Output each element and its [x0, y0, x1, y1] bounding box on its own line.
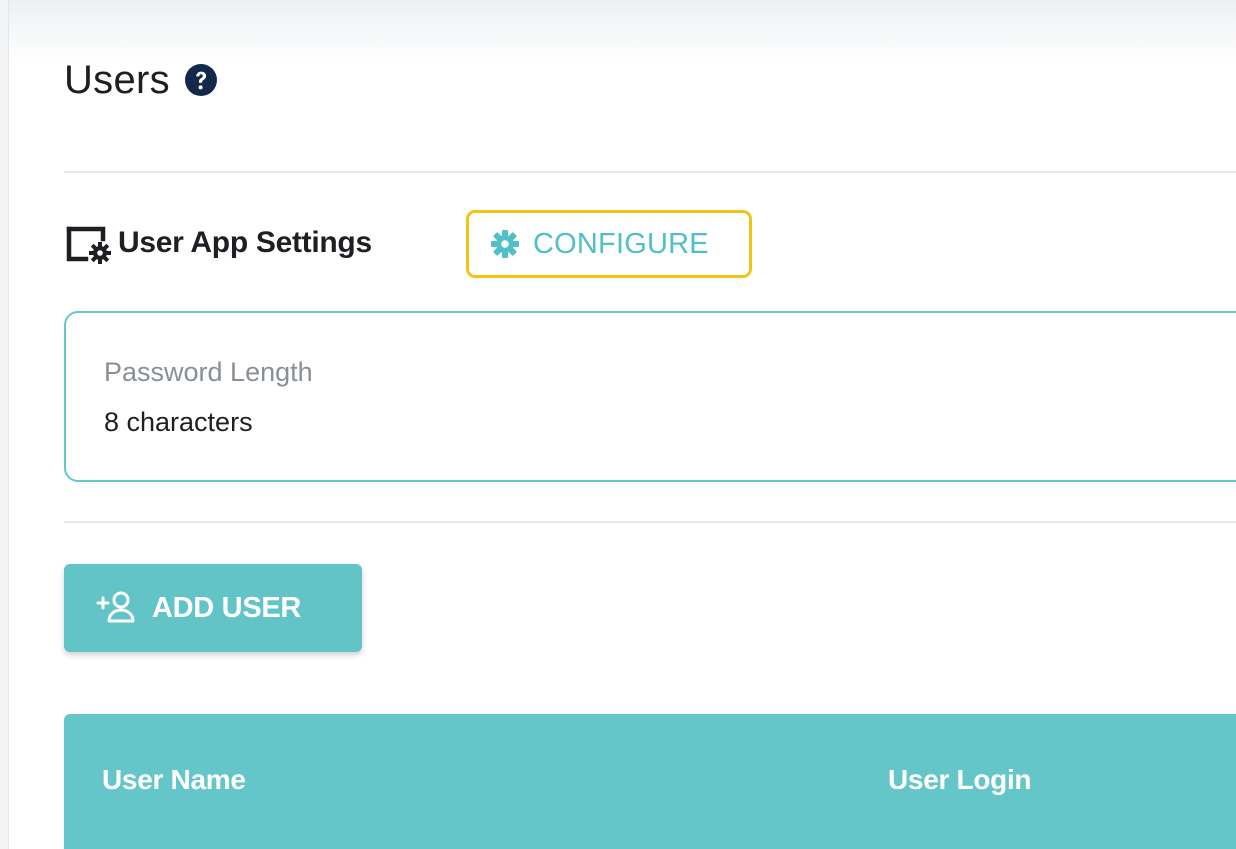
- section-title: User App Settings: [118, 226, 372, 259]
- configure-label: CONFIGURE: [533, 227, 709, 260]
- sidebar-edge: [0, 0, 9, 849]
- user-app-settings-header: User App Settings: [66, 220, 372, 266]
- section-divider: [64, 521, 1236, 523]
- top-bar: [9, 0, 1236, 66]
- users-page: Users User App Settings CONFIGURE Passwo…: [0, 0, 1236, 849]
- configure-button[interactable]: CONFIGURE: [466, 210, 752, 278]
- users-table-header: User Name User Login: [64, 714, 1236, 849]
- add-user-label: ADD USER: [152, 591, 302, 624]
- page-header: Users: [64, 58, 218, 103]
- password-length-label: Password Length: [104, 357, 313, 387]
- page-title: Users: [64, 58, 170, 102]
- add-user-button[interactable]: ADD USER: [64, 564, 362, 652]
- question-circle-icon[interactable]: [184, 63, 218, 97]
- column-header-user-name[interactable]: User Name: [102, 764, 246, 796]
- gear-icon: [491, 230, 519, 258]
- section-divider: [64, 171, 1236, 173]
- password-length-value: 8 characters: [104, 407, 253, 437]
- column-header-user-login[interactable]: User Login: [888, 764, 1032, 796]
- settings-card: Password Length 8 characters: [64, 311, 1236, 482]
- app-window-gear-icon: [66, 220, 116, 266]
- add-user-icon: [96, 590, 140, 626]
